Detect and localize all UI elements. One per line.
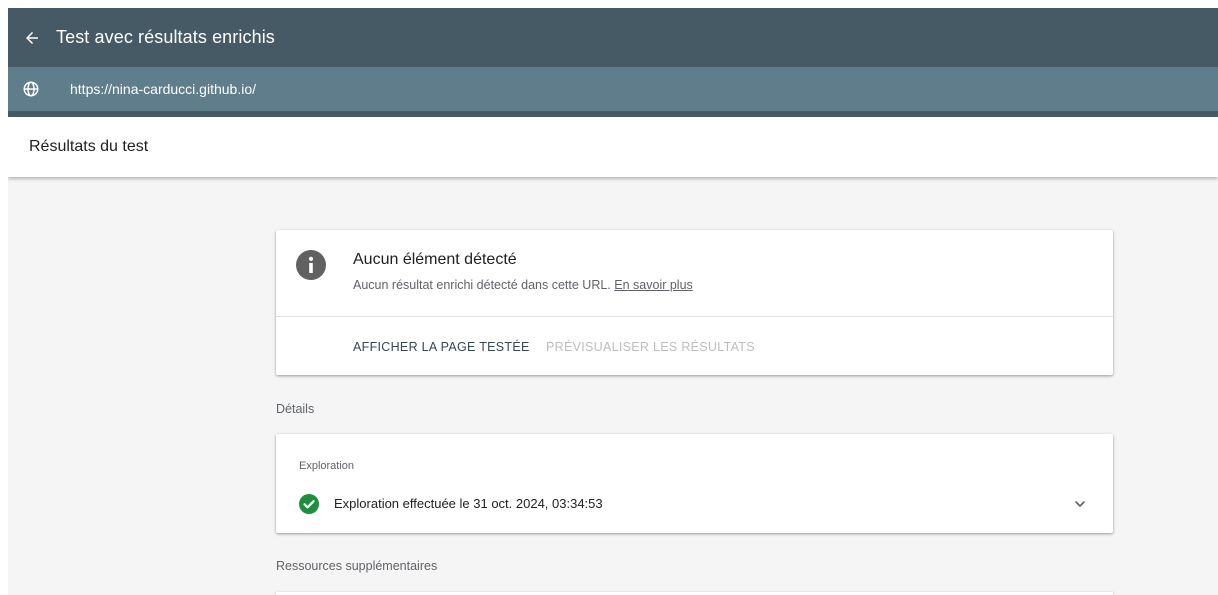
app-title: Test avec résultats enrichis bbox=[56, 27, 275, 47]
results-header: Résultats du test bbox=[8, 117, 1218, 177]
additional-resources-label: Ressources supplémentaires bbox=[276, 559, 438, 573]
page: Test avec résultats enrichis https://nin… bbox=[8, 8, 1218, 595]
page-title: Résultats du test bbox=[29, 138, 149, 155]
summary-title: Aucun élément détecté bbox=[353, 251, 517, 268]
summary-subtitle-text: Aucun résultat enrichi détecté dans cett… bbox=[353, 278, 611, 292]
learn-more-link[interactable]: En savoir plus bbox=[614, 278, 693, 292]
details-label: Détails bbox=[276, 402, 315, 416]
arrow-left-icon bbox=[26, 31, 38, 44]
info-icon bbox=[296, 250, 326, 280]
back-button[interactable] bbox=[18, 24, 46, 52]
view-tested-page-button[interactable]: AFFICHER LA PAGE TESTÉE bbox=[353, 340, 530, 354]
exploration-status: Exploration effectuée le 31 oct. 2024, 0… bbox=[334, 496, 603, 511]
preview-results-button[interactable]: PRÉVISUALISER LES RÉSULTATS bbox=[546, 340, 755, 354]
globe-icon bbox=[20, 78, 42, 100]
exploration-card[interactable]: Exploration Exploration effectuée le 31 … bbox=[276, 434, 1113, 533]
top-app-bar: Test avec résultats enrichis bbox=[8, 8, 1218, 67]
tested-url: https://nina-carducci.github.io/ bbox=[70, 81, 256, 97]
summary-subtitle: Aucun résultat enrichi détecté dans cett… bbox=[353, 278, 693, 292]
chevron-down-icon[interactable] bbox=[1072, 496, 1088, 512]
summary-card: Aucun élément détecté Aucun résultat enr… bbox=[276, 230, 1113, 375]
url-bar: https://nina-carducci.github.io/ bbox=[8, 67, 1218, 111]
check-circle-icon bbox=[299, 494, 319, 514]
exploration-label: Exploration bbox=[299, 460, 355, 472]
card-divider bbox=[276, 316, 1113, 317]
